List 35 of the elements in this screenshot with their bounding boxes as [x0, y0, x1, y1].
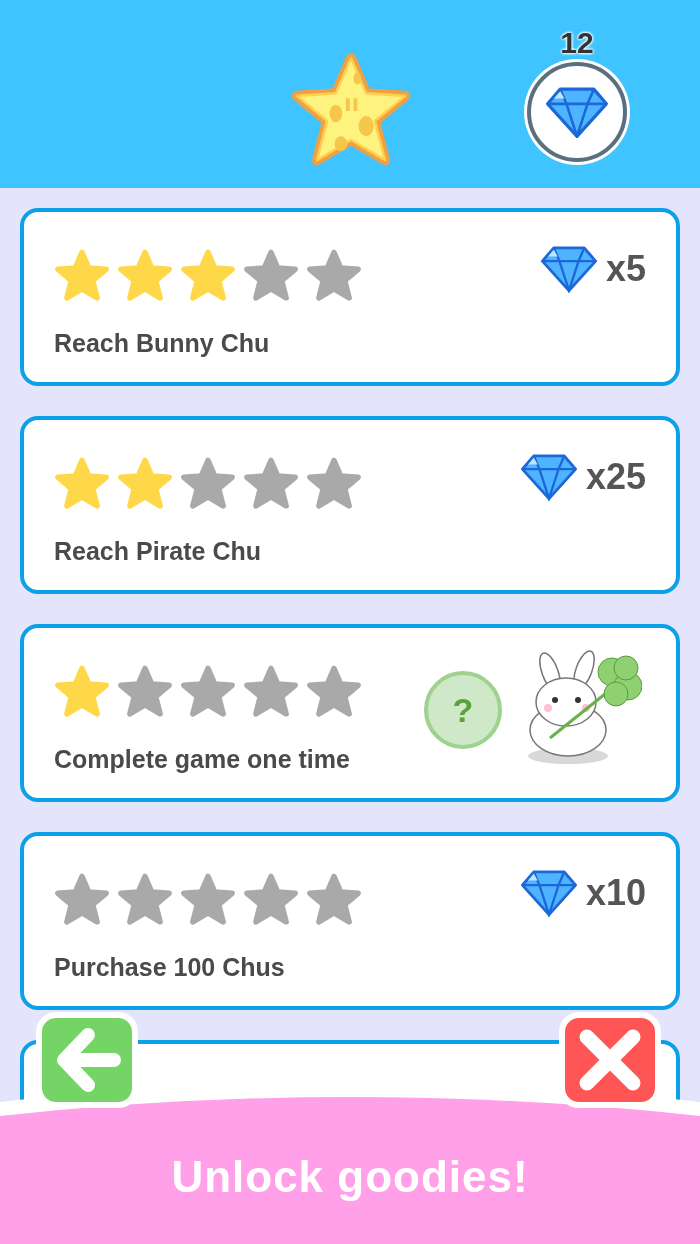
star-icon: [54, 248, 110, 304]
achievement-title: Reach Bunny Chu: [54, 327, 270, 359]
star-icon: [180, 456, 236, 512]
star-icon: [243, 456, 299, 512]
star-icon: [117, 664, 173, 720]
diamond-icon: [519, 869, 578, 917]
achievement-title: Reach Pirate Chu: [54, 535, 261, 567]
star-icon: [54, 872, 110, 928]
star-icon: [117, 872, 173, 928]
star-icon: [180, 248, 236, 304]
gem-badge[interactable]: [527, 62, 627, 162]
reward-amount: x10: [585, 871, 646, 915]
star-icon: [117, 456, 173, 512]
achievement-title: Purchase 100 Chus: [54, 951, 285, 983]
star-icon: [180, 872, 236, 928]
star-icon: [54, 664, 110, 720]
star-icon: [306, 456, 362, 512]
star-icon: [54, 456, 110, 512]
star-icon: [306, 664, 362, 720]
star-icon: [243, 872, 299, 928]
achievement-title: Complete game one time: [54, 743, 350, 775]
diamond-icon: [539, 245, 598, 293]
star-icon: [243, 248, 299, 304]
mystery-reward: ?: [424, 671, 502, 749]
diamond-icon: [545, 85, 609, 139]
banner-title: Unlock goodies!: [170, 1151, 530, 1203]
star-icon: [180, 664, 236, 720]
reward-amount: x5: [605, 247, 646, 291]
star-icon: [243, 664, 299, 720]
star-icon: [306, 248, 362, 304]
star-icon: [117, 248, 173, 304]
star-icon: [306, 872, 362, 928]
reward-amount: x25: [585, 455, 646, 499]
gem-count: 12: [560, 28, 594, 58]
diamond-icon: [519, 453, 578, 501]
